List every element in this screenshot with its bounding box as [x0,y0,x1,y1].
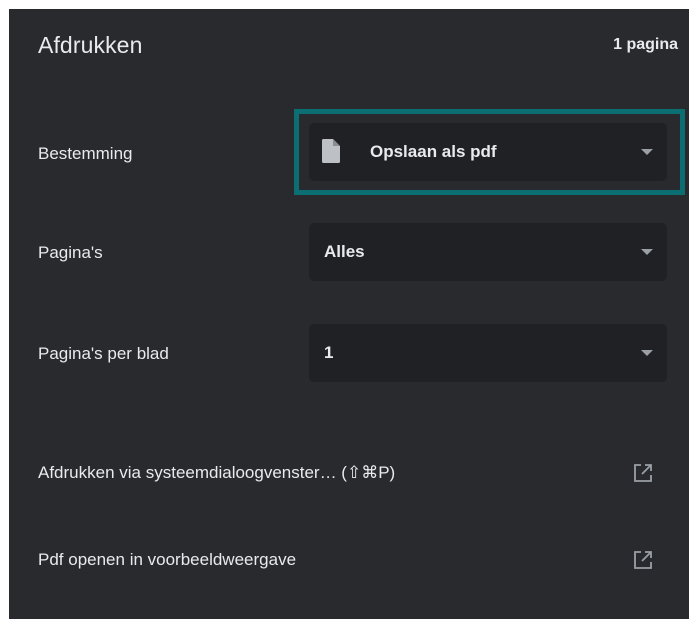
page-title: Afdrukken [38,32,143,58]
pages-per-sheet-value: 1 [324,343,334,362]
chevron-down-icon [641,350,653,356]
system-dialog-link[interactable]: Afdrukken via systeemdialoogvenster… (⇧⌘… [9,445,689,501]
system-dialog-label: Afdrukken via systeemdialoogvenster… (⇧⌘… [38,463,396,482]
destination-value: Opslaan als pdf [370,142,497,161]
pages-per-sheet-select[interactable]: 1 [309,324,667,382]
chevron-down-icon [641,149,653,155]
open-pdf-preview-label: Pdf openen in voorbeeldweergave [38,550,297,569]
chevron-down-icon [641,249,653,255]
destination-select[interactable]: Opslaan als pdf [309,123,667,181]
pages-select[interactable]: Alles [309,223,667,281]
print-header: Afdrukken 1 pagina [9,9,689,83]
page-count: 1 pagina [613,36,678,53]
destination-label: Bestemming [38,144,133,163]
pages-label: Pagina's [38,243,103,262]
open-external-icon [634,551,652,569]
print-settings-panel: Afdrukken 1 pagina Bestemming Opslaan al… [9,9,689,619]
pages-value: Alles [324,242,365,261]
open-pdf-preview-link[interactable]: Pdf openen in voorbeeldweergave [9,532,689,588]
pages-per-sheet-label: Pagina's per blad [38,344,169,363]
document-icon [322,139,340,163]
open-external-icon [634,464,652,482]
